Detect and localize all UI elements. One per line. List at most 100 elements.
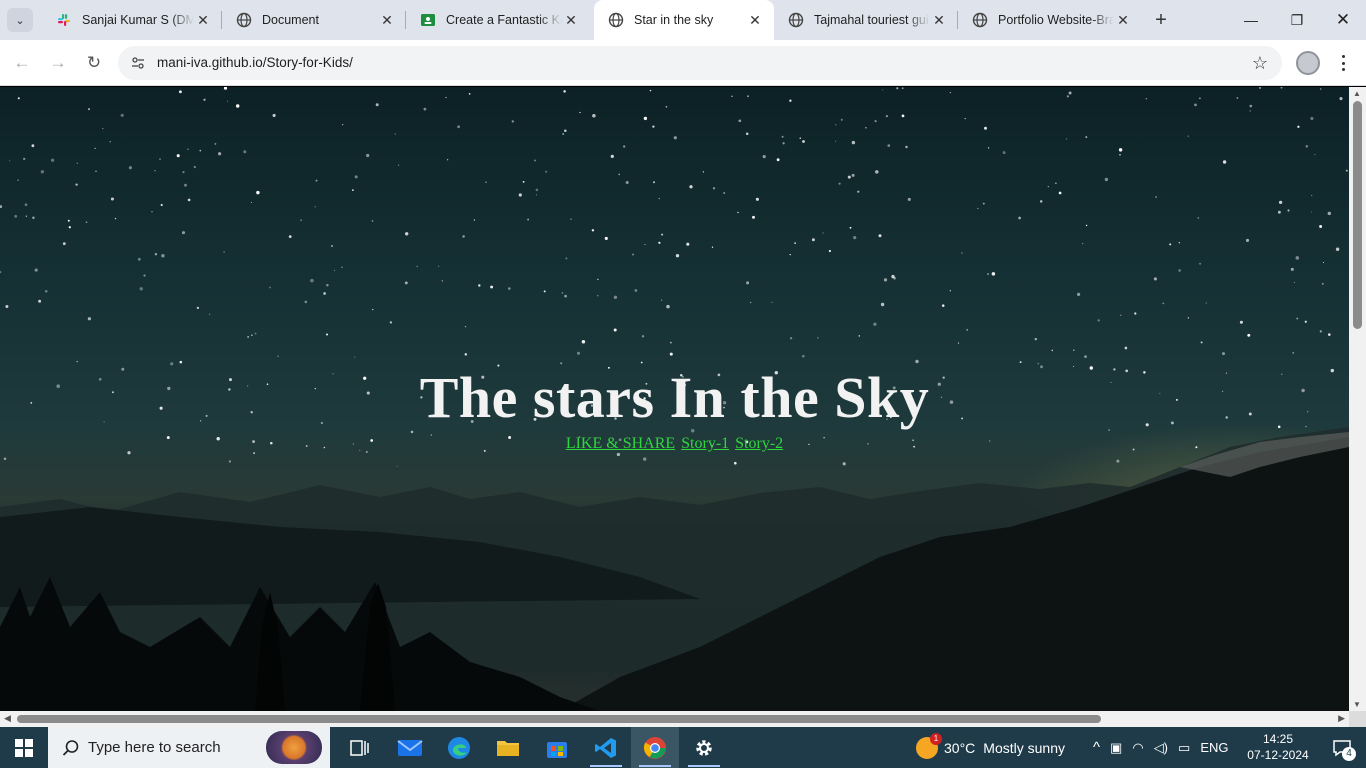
notification-center-button[interactable]: 4 (1318, 727, 1366, 768)
globe-icon (236, 12, 252, 28)
weather-temperature: 30°C (944, 739, 976, 756)
edge-browser-button[interactable] (435, 727, 483, 768)
close-tab-icon[interactable]: ✕ (378, 11, 396, 29)
close-window-button[interactable]: ✕ (1320, 0, 1366, 40)
tab-title: Portfolio Website-Bra (998, 13, 1114, 27)
close-tab-icon[interactable]: ✕ (930, 11, 948, 29)
search-highlight-image[interactable] (266, 731, 322, 764)
battery-icon[interactable]: ▭ (1178, 740, 1190, 756)
tab-title: Tajmahal touriest gui (814, 13, 929, 27)
minimize-button[interactable]: — (1228, 0, 1274, 40)
tab-tajmahal[interactable]: Tajmahal touriest gui ✕ (774, 0, 958, 40)
chrome-button[interactable] (631, 727, 679, 768)
store-icon (547, 741, 567, 758)
vscode-button[interactable] (582, 727, 630, 768)
new-tab-button[interactable]: + (1148, 8, 1174, 32)
close-icon: ✕ (1335, 10, 1351, 29)
vscode-icon (595, 737, 616, 758)
scroll-up-icon[interactable]: ▲ (1353, 89, 1361, 98)
taskbar-search-box[interactable]: Type here to search (48, 727, 330, 768)
profile-avatar-icon[interactable] (1296, 51, 1320, 75)
globe-icon (788, 12, 804, 28)
forward-button[interactable]: → (43, 48, 73, 78)
weather-condition: Mostly sunny (983, 739, 1065, 756)
url-text[interactable]: mani-iva.github.io/Story-for-Kids/ (157, 55, 353, 70)
wifi-icon[interactable]: ◠ (1132, 740, 1143, 756)
reload-button[interactable]: ↻ (79, 48, 109, 78)
meet-now-icon[interactable]: ▣ (1110, 740, 1122, 756)
folder-icon (497, 740, 519, 756)
tab-title: Star in the sky (634, 13, 714, 27)
classroom-icon (420, 12, 436, 28)
weather-widget[interactable]: 1 30°C Mostly sunny (916, 727, 1065, 768)
scroll-right-icon[interactable]: ▶ (1338, 713, 1345, 724)
system-tray: ^ ▣ ◠ ◁) ▭ ENG (1088, 727, 1233, 768)
file-explorer-button[interactable] (484, 727, 532, 768)
tab-search-button[interactable]: ⌄ (7, 8, 33, 32)
scroll-down-icon[interactable]: ▼ (1353, 700, 1361, 709)
vertical-scrollbar[interactable]: ▲ ▼ (1349, 87, 1366, 711)
story-2-link[interactable]: Story-2 (735, 435, 783, 452)
task-view-button[interactable] (336, 727, 384, 768)
microsoft-store-button[interactable] (533, 727, 581, 768)
edge-icon (448, 736, 470, 759)
windows-taskbar: Type here to search 1 30°C Mostly sunny … (0, 727, 1366, 768)
clock-time: 14:25 (1262, 732, 1294, 746)
chevron-down-icon: ⌄ (15, 14, 25, 27)
tab-document[interactable]: Document ✕ (222, 0, 406, 40)
globe-icon (608, 12, 624, 28)
language-indicator[interactable]: ENG (1200, 740, 1228, 755)
globe-icon (972, 12, 988, 28)
story-1-link[interactable]: Story-1 (681, 435, 729, 452)
start-button[interactable] (0, 727, 48, 768)
minimize-icon: — (1244, 12, 1258, 28)
restore-button[interactable]: ❐ (1274, 0, 1320, 40)
like-share-link[interactable]: LIKE & SHARE (566, 435, 675, 452)
back-arrow-icon: ← (13, 53, 31, 72)
show-hidden-icons-icon[interactable]: ^ (1093, 739, 1100, 756)
tab-title: Document (262, 13, 319, 27)
notification-count-badge: 4 (1342, 747, 1356, 761)
more-menu-icon[interactable] (1335, 53, 1351, 73)
scroll-corner (1349, 711, 1366, 727)
horizontal-scrollbar[interactable]: ◀ ▶ (0, 711, 1349, 727)
close-tab-icon[interactable]: ✕ (562, 11, 580, 29)
tab-star-in-the-sky[interactable]: Star in the sky ✕ (594, 0, 774, 40)
chrome-icon (643, 736, 666, 759)
forward-arrow-icon: → (49, 53, 67, 72)
weather-alert-badge: 1 (930, 732, 942, 745)
address-bar[interactable]: mani-iva.github.io/Story-for-Kids/ ☆ (118, 46, 1282, 80)
browser-tab-strip: ⌄ Sanjai Kumar S (DM) - ✕ Document ✕ Cre… (0, 0, 1366, 40)
search-icon (62, 739, 79, 756)
search-placeholder: Type here to search (88, 739, 221, 756)
tab-slack[interactable]: Sanjai Kumar S (DM) - ✕ (42, 0, 222, 40)
back-button[interactable]: ← (7, 48, 37, 78)
weather-sun-icon: 1 (916, 732, 942, 759)
tab-title: Create a Fantastic Kid (446, 13, 562, 27)
slack-icon (56, 12, 72, 28)
hero-section: The stars In the Sky LIKE & SHARE Story-… (0, 365, 1349, 453)
clock-date: 07-12-2024 (1247, 748, 1309, 762)
site-info-icon[interactable] (130, 55, 146, 71)
scroll-left-icon[interactable]: ◀ (4, 713, 11, 724)
task-view-icon (350, 739, 369, 756)
gear-icon (696, 739, 712, 756)
close-tab-icon[interactable]: ✕ (1114, 11, 1132, 29)
settings-button[interactable] (680, 727, 728, 768)
horizontal-scroll-thumb[interactable] (17, 715, 1101, 723)
restore-icon: ❐ (1290, 11, 1304, 28)
volume-icon[interactable]: ◁) (1154, 740, 1168, 756)
vertical-scroll-thumb[interactable] (1353, 101, 1362, 329)
mail-icon (397, 739, 423, 756)
bookmark-star-icon[interactable]: ☆ (1252, 53, 1268, 74)
taskbar-clock[interactable]: 14:25 07-12-2024 (1240, 731, 1316, 763)
close-tab-icon[interactable]: ✕ (194, 11, 212, 29)
windows-logo-icon (15, 738, 33, 757)
reload-icon: ↻ (86, 53, 102, 72)
tab-portfolio[interactable]: Portfolio Website-Bra ✕ (958, 0, 1142, 40)
tab-classroom[interactable]: Create a Fantastic Kid ✕ (406, 0, 590, 40)
mail-app-button[interactable] (386, 727, 434, 768)
browser-toolbar: ← → ↻ mani-iva.github.io/Story-for-Kids/… (0, 40, 1366, 86)
close-tab-icon[interactable]: ✕ (746, 11, 764, 29)
hero-links: LIKE & SHARE Story-1 Story-2 (0, 435, 1349, 453)
